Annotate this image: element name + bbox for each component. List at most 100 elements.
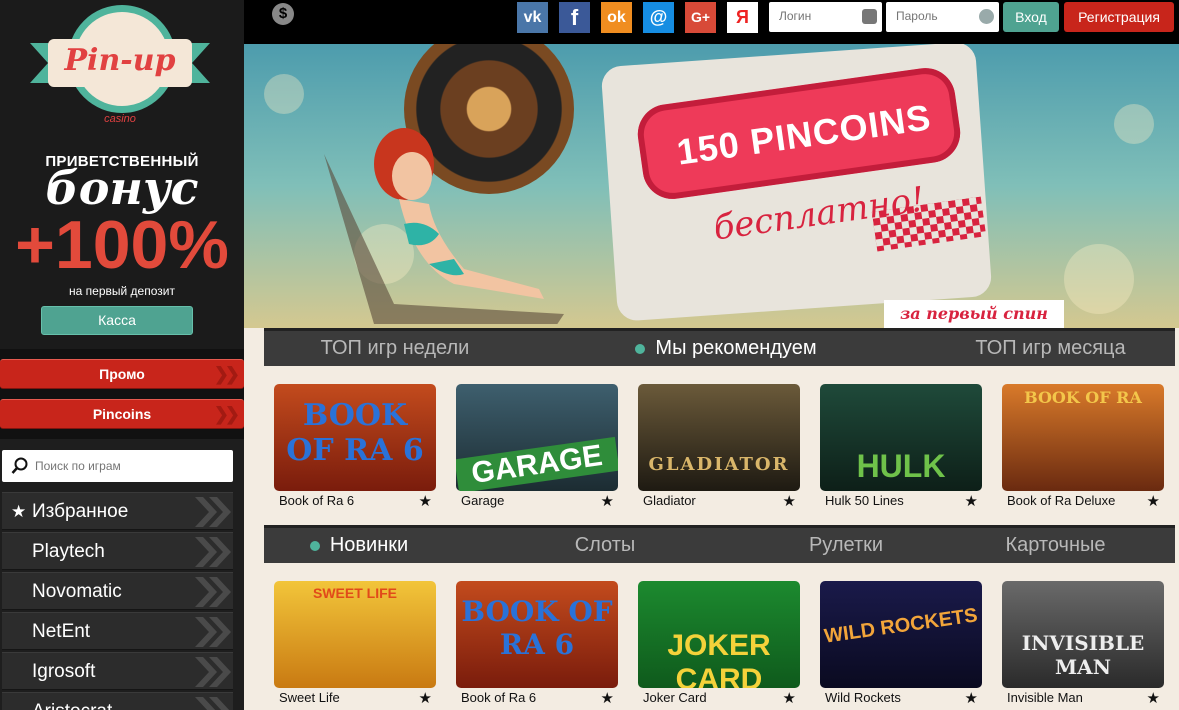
facebook-icon[interactable]: f — [559, 2, 590, 33]
game-thumbnail[interactable]: BOOK OF RA — [1002, 384, 1164, 491]
bokeh-light — [1064, 244, 1134, 314]
password-input[interactable] — [886, 2, 971, 30]
tab-card-games[interactable]: Карточные — [936, 528, 1175, 563]
password-field[interactable] — [886, 2, 999, 32]
vk-icon[interactable]: vk — [517, 2, 548, 33]
tab-recommended[interactable]: Мы рекомендуем — [526, 331, 926, 366]
provider-favorites[interactable]: ★ Избранное — [2, 492, 233, 530]
favorite-star-icon[interactable]: ★ — [419, 689, 432, 707]
cashier-button[interactable]: Касса — [41, 306, 193, 335]
chevron-right-icon — [195, 577, 231, 607]
tab-roulette[interactable]: Рулетки — [756, 528, 936, 563]
chevron-right-icon — [195, 497, 231, 527]
thumb-title: GLADIATOR — [648, 454, 790, 475]
chevron-right-icon: ❯❯ — [213, 404, 240, 424]
game-thumbnail[interactable]: GLADIATOR — [638, 384, 800, 491]
games-content: ТОП игр недели Мы рекомендуем ТОП игр ме… — [244, 328, 1179, 710]
game-thumbnail[interactable]: JOKER CARD — [638, 581, 800, 688]
pincoins-button[interactable]: Pincoins ❯❯ — [0, 399, 244, 429]
favorite-star-icon[interactable]: ★ — [783, 492, 796, 510]
bonus-note: на первый депозит — [69, 284, 175, 298]
favorite-star-icon[interactable]: ★ — [783, 689, 796, 707]
game-thumbnail[interactable]: WILD ROCKETS — [820, 581, 982, 688]
odnoklassniki-icon[interactable]: ok — [601, 2, 632, 33]
tab-slots[interactable]: Слоты — [454, 528, 756, 563]
thumb-title: WILD ROCKETS — [822, 604, 979, 648]
favorite-star-icon[interactable]: ★ — [601, 492, 614, 510]
game-card[interactable]: SWEET LIFE Sweet Life ★ — [274, 581, 436, 710]
favorite-star-icon[interactable]: ★ — [419, 492, 432, 510]
game-name: Sweet Life — [279, 690, 340, 705]
tab-top-week[interactable]: ТОП игр недели — [264, 331, 526, 366]
show-password-icon[interactable] — [979, 9, 994, 24]
promo-button[interactable]: Промо ❯❯ — [0, 359, 244, 389]
promo-banner[interactable]: 150 PINCOINS бесплатно! за первый спин — [244, 44, 1179, 328]
provider-aristocrat[interactable]: Aristocrat — [2, 692, 233, 710]
search-input[interactable] — [35, 459, 215, 473]
chevron-right-icon — [195, 657, 231, 687]
provider-netent[interactable]: NetEnt — [2, 612, 233, 650]
chevron-right-icon: ❯❯ — [213, 364, 240, 384]
provider-novomatic[interactable]: Novomatic — [2, 572, 233, 610]
sidebar: Pin-up casino ПРИВЕТСТВЕННЫЙ бонус +100%… — [0, 0, 244, 710]
thumb-title: JOKER CARD — [667, 629, 771, 688]
thumb-title: BOOK OF RA 6 — [461, 595, 613, 661]
tab-new[interactable]: Новинки — [264, 528, 454, 563]
register-button[interactable]: Регистрация — [1064, 2, 1174, 32]
thumb-title: BOOK OF RA 6 — [286, 398, 424, 468]
promo-label: Промо — [99, 366, 145, 382]
game-card[interactable]: JOKER CARD Joker Card ★ — [638, 581, 800, 710]
game-thumbnail[interactable]: SWEET LIFE — [274, 581, 436, 688]
tab-top-month[interactable]: ТОП игр месяца — [926, 331, 1175, 366]
game-thumbnail[interactable]: HULK — [820, 384, 982, 491]
pinup-logo[interactable]: Pin-up casino — [30, 5, 210, 135]
game-thumbnail[interactable]: BOOK OF RA 6 — [456, 581, 618, 688]
login-button[interactable]: Вход — [1003, 2, 1059, 32]
search-icon — [11, 457, 28, 474]
search-field[interactable] — [2, 450, 233, 482]
yandex-icon[interactable]: Я — [727, 2, 758, 33]
tab-label: Карточные — [1005, 534, 1106, 556]
thumb-title: INVISIBLE MAN — [1021, 631, 1145, 679]
game-thumbnail[interactable]: BOOK OF RA 6 — [274, 384, 436, 491]
game-card[interactable]: INVISIBLE MAN Invisible Man ★ — [1002, 581, 1164, 710]
provider-label: Aristocrat — [32, 701, 112, 710]
keyboard-icon[interactable] — [862, 9, 877, 24]
game-card[interactable]: BOOK OF RA 6 Book of Ra 6 ★ — [274, 384, 436, 514]
tab-label: ТОП игр месяца — [975, 337, 1126, 359]
provider-label: Playtech — [32, 541, 105, 562]
logo-brand: Pin-up — [64, 43, 176, 78]
currency-icon[interactable]: $ — [272, 3, 294, 25]
provider-igrosoft[interactable]: Igrosoft — [2, 652, 233, 690]
google-plus-icon[interactable]: G+ — [685, 2, 716, 33]
provider-label: Novomatic — [32, 581, 122, 602]
game-name: Garage — [461, 493, 505, 508]
thumb-title: GARAGE — [456, 436, 618, 491]
provider-playtech[interactable]: Playtech — [2, 532, 233, 570]
favorite-star-icon[interactable]: ★ — [601, 689, 614, 707]
game-name: Gladiator — [643, 493, 696, 508]
mail-ru-icon[interactable]: @ — [643, 2, 674, 33]
game-thumbnail[interactable]: INVISIBLE MAN — [1002, 581, 1164, 688]
game-card[interactable]: BOOK OF RA Book of Ra Deluxe ★ — [1002, 384, 1164, 514]
active-dot-icon — [635, 343, 646, 354]
thumb-title: HULK — [856, 448, 946, 484]
favorite-star-icon[interactable]: ★ — [1147, 492, 1160, 510]
tab-label: Слоты — [574, 534, 636, 556]
game-card[interactable]: HULK Hulk 50 Lines ★ — [820, 384, 982, 514]
game-thumbnail[interactable]: GARAGE — [456, 384, 618, 491]
provider-label: Избранное — [32, 501, 129, 522]
logo-subtitle: casino — [104, 113, 136, 125]
game-name: Book of Ra 6 — [461, 690, 537, 705]
category-tabs: Новинки Слоты Рулетки Карточные — [264, 525, 1175, 563]
favorite-star-icon[interactable]: ★ — [1147, 689, 1160, 707]
login-input[interactable] — [769, 2, 854, 30]
game-card[interactable]: WILD ROCKETS Wild Rockets ★ — [820, 581, 982, 710]
thumb-title: SWEET LIFE — [313, 585, 397, 601]
favorite-star-icon[interactable]: ★ — [965, 492, 978, 510]
game-card[interactable]: BOOK OF RA 6 Book of Ra 6 ★ — [456, 581, 618, 710]
game-card[interactable]: GLADIATOR Gladiator ★ — [638, 384, 800, 514]
game-card[interactable]: GARAGE Garage ★ — [456, 384, 618, 514]
login-field[interactable] — [769, 2, 882, 32]
favorite-star-icon[interactable]: ★ — [965, 689, 978, 707]
